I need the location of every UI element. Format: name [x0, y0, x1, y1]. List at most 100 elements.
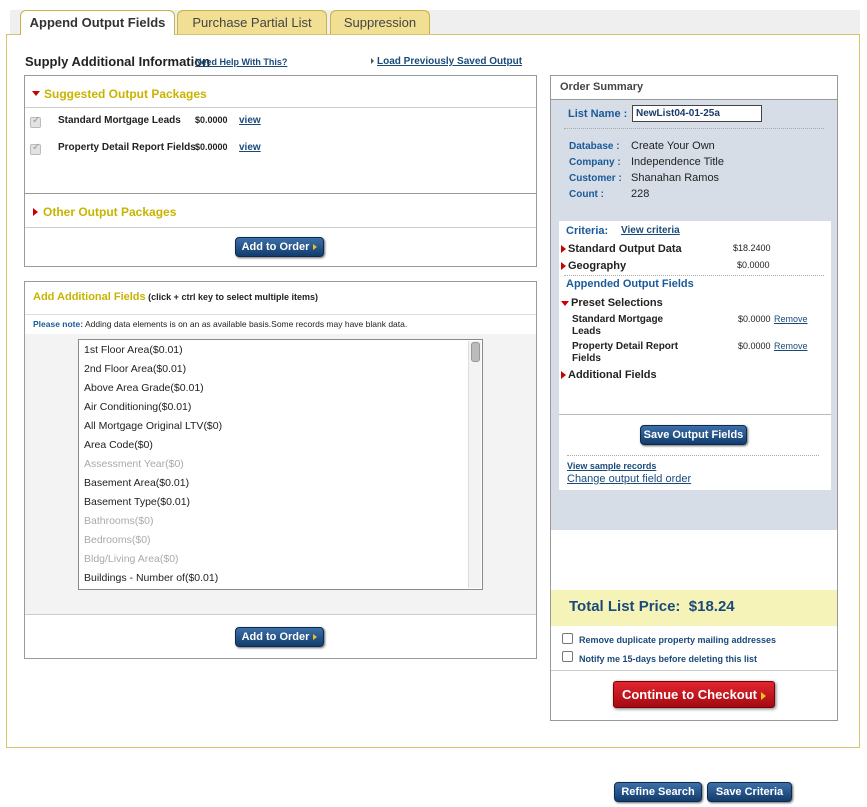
- note-label: Please note:: [33, 319, 84, 329]
- divider: [25, 227, 536, 228]
- help-link[interactable]: Need Help With This?: [195, 57, 287, 67]
- field-listbox[interactable]: 1st Floor Area($0.01) 2nd Floor Area($0.0…: [78, 339, 483, 590]
- field-option[interactable]: Buildings - Number of($0.01): [84, 572, 218, 584]
- add-to-order-button[interactable]: Add to Order: [235, 237, 324, 257]
- load-saved-output-link[interactable]: Load Previously Saved Output: [377, 56, 522, 67]
- remove-link[interactable]: Remove: [774, 314, 808, 324]
- package-label: Standard Mortgage Leads: [58, 115, 181, 126]
- total-price: Total List Price: $18.24: [569, 598, 735, 615]
- company-value: Independence Title: [631, 156, 724, 168]
- list-name-input[interactable]: NewList04-01-25a: [632, 105, 762, 122]
- save-output-fields-button[interactable]: Save Output Fields: [640, 425, 747, 445]
- tab-purchase-partial-list[interactable]: Purchase Partial List: [177, 10, 327, 34]
- field-option: Bldg/Living Area($0): [84, 553, 179, 565]
- suggested-header[interactable]: Suggested Output Packages: [32, 85, 207, 103]
- view-criteria-link[interactable]: View criteria: [621, 225, 680, 236]
- total-label: Total List Price:: [569, 598, 681, 615]
- dotted-divider: [567, 455, 819, 456]
- notify-checkbox[interactable]: [562, 651, 573, 662]
- preset-item-label: Standard Mortgage Leads: [572, 314, 664, 337]
- refine-search-label: Refine Search: [621, 786, 695, 798]
- load-saved-output[interactable]: Load Previously Saved Output: [371, 56, 522, 67]
- summary-spacer: [551, 530, 837, 590]
- database-value: Create Your Own: [631, 140, 715, 152]
- package-price: $0.0000: [195, 115, 228, 125]
- supply-title: Supply Additional Information: [25, 54, 211, 69]
- preset-selections-row[interactable]: Preset Selections: [561, 297, 663, 309]
- arrow-right-icon: [371, 58, 374, 65]
- field-option[interactable]: 1st Floor Area($0.01): [84, 344, 183, 356]
- package-checkbox[interactable]: [30, 142, 41, 155]
- add-to-order-button[interactable]: Add to Order: [235, 627, 324, 647]
- preset-item-price: $0.0000: [738, 314, 771, 324]
- refine-search-button[interactable]: Refine Search: [614, 782, 702, 802]
- preset-selections-label: Preset Selections: [571, 297, 663, 309]
- divider: [25, 314, 536, 315]
- other-packages-title: Other Output Packages: [43, 205, 177, 219]
- scroll-thumb[interactable]: [471, 342, 480, 362]
- company-label: Company :: [569, 157, 621, 168]
- field-option[interactable]: Above Area Grade($0.01): [84, 382, 204, 394]
- arrow-icon: [313, 634, 318, 641]
- remove-duplicates-checkbox[interactable]: [562, 633, 573, 644]
- total-value: $18.24: [688, 598, 735, 615]
- geography-row[interactable]: Geography: [561, 260, 626, 272]
- field-option[interactable]: Air Conditioning($0.01): [84, 401, 191, 413]
- count-value: 228: [631, 188, 650, 200]
- divider: [559, 414, 831, 415]
- field-option: Bathrooms($0): [84, 515, 154, 527]
- arrow-icon: [761, 691, 767, 700]
- remove-link[interactable]: Remove: [774, 341, 808, 351]
- criteria-label: Criteria:: [566, 225, 609, 237]
- divider: [25, 193, 536, 194]
- expanded-icon: [32, 91, 40, 97]
- standard-output-price: $18.2400: [733, 243, 771, 253]
- standard-output-row[interactable]: Standard Output Data: [561, 243, 682, 255]
- dotted-divider: [564, 128, 824, 129]
- geography-label: Geography: [568, 260, 627, 272]
- geography-price: $0.0000: [737, 260, 770, 270]
- other-packages-header[interactable]: Other Output Packages: [33, 203, 176, 221]
- collapsed-icon: [33, 207, 38, 216]
- tab-suppression[interactable]: Suppression: [330, 10, 430, 34]
- scrollbar[interactable]: [468, 341, 481, 588]
- additional-fields-row[interactable]: Additional Fields: [561, 369, 657, 381]
- field-option: Bedrooms($0): [84, 534, 151, 546]
- customer-value: Shanahan Ramos: [631, 172, 720, 184]
- preset-item-label: Property Detail Report Fields: [572, 341, 679, 364]
- save-criteria-button[interactable]: Save Criteria: [707, 782, 792, 802]
- preset-item-price: $0.0000: [738, 341, 771, 351]
- continue-checkout-button[interactable]: Continue to Checkout: [613, 681, 775, 708]
- note: Please note: Adding data elements is on …: [33, 319, 407, 329]
- package-view-link[interactable]: view: [239, 115, 261, 126]
- expand-icon: [561, 245, 566, 254]
- divider: [25, 614, 536, 615]
- suggested-title: Suggested Output Packages: [44, 87, 207, 101]
- divider: [551, 670, 837, 671]
- divider: [25, 107, 536, 108]
- additional-hint: (click + ctrl key to select multiple ite…: [148, 292, 318, 302]
- change-order-link[interactable]: Change output field order: [567, 473, 691, 485]
- package-price: $0.0000: [195, 142, 228, 152]
- add-to-order-label: Add to Order: [241, 631, 310, 643]
- field-option[interactable]: Area Code($0): [84, 439, 153, 451]
- field-option[interactable]: Basement Type($0.01): [84, 496, 190, 508]
- additional-fields-label: Additional Fields: [568, 369, 657, 381]
- additional-title: Add Additional Fields: [33, 291, 146, 303]
- note-text: Adding data elements is on an as availab…: [84, 319, 408, 329]
- field-option[interactable]: 2nd Floor Area($0.01): [84, 363, 186, 375]
- count-label: Count :: [569, 189, 604, 200]
- additional-header: Add Additional Fields (click + ctrl key …: [33, 291, 318, 303]
- list-name-label: List Name :: [568, 108, 628, 120]
- package-view-link[interactable]: view: [239, 142, 261, 153]
- arrow-icon: [313, 244, 318, 251]
- database-label: Database :: [569, 141, 620, 152]
- expand-icon: [561, 262, 566, 271]
- notify-label: Notify me 15-days before deleting this l…: [579, 654, 758, 664]
- view-sample-link[interactable]: View sample records: [567, 461, 656, 471]
- dotted-divider: [564, 275, 824, 276]
- tab-append-output-fields[interactable]: Append Output Fields: [20, 10, 175, 35]
- package-checkbox[interactable]: [30, 115, 41, 128]
- field-option[interactable]: All Mortgage Original LTV($0): [84, 420, 222, 432]
- field-option[interactable]: Basement Area($0.01): [84, 477, 189, 489]
